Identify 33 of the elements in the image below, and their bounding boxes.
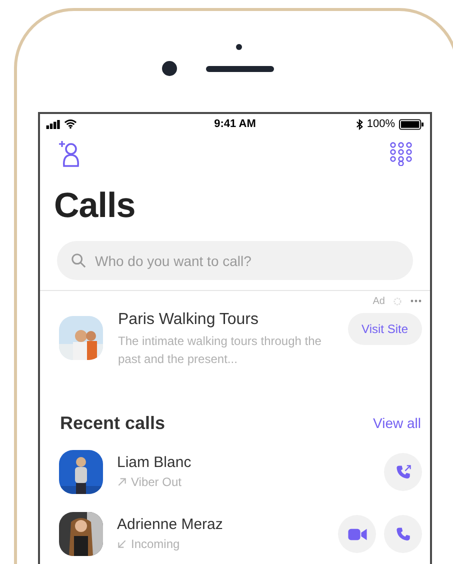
search-field[interactable]: Who do you want to call? bbox=[57, 241, 413, 280]
more-icon[interactable] bbox=[410, 299, 422, 303]
arrow-down-left-icon bbox=[117, 539, 127, 549]
call-button[interactable] bbox=[384, 453, 422, 491]
ad-description: The intimate walking tours through the past and the present... bbox=[118, 333, 322, 368]
sensor-icon bbox=[236, 44, 242, 50]
phone-outgoing-icon bbox=[394, 464, 412, 480]
search-icon bbox=[71, 253, 86, 268]
video-call-button[interactable] bbox=[338, 515, 376, 553]
call-detail: Incoming bbox=[131, 536, 180, 553]
arrow-up-right-icon bbox=[117, 477, 127, 487]
video-camera-icon bbox=[348, 528, 366, 540]
page-title: Calls bbox=[53, 186, 136, 226]
call-button[interactable] bbox=[384, 515, 422, 553]
visit-site-button[interactable]: Visit Site bbox=[348, 313, 422, 345]
caller-name: Adrienne Meraz bbox=[117, 515, 223, 535]
call-detail: Viber Out bbox=[131, 474, 182, 491]
speaker-icon bbox=[206, 66, 274, 72]
bluetooth-icon bbox=[356, 118, 363, 130]
camera-icon bbox=[162, 61, 177, 76]
wifi-icon bbox=[64, 119, 77, 129]
status-time: 9:41 AM bbox=[214, 116, 256, 132]
section-heading: Recent calls bbox=[60, 412, 166, 435]
ad-label: Ad bbox=[372, 294, 385, 308]
dialpad-icon[interactable] bbox=[390, 142, 412, 166]
caller-name: Liam Blanc bbox=[117, 453, 192, 473]
signal-icon bbox=[46, 120, 61, 128]
view-all-link[interactable]: View all bbox=[373, 413, 421, 434]
battery-icon bbox=[399, 118, 424, 130]
phone-icon bbox=[394, 526, 412, 542]
ad-title: Paris Walking Tours bbox=[118, 310, 260, 330]
battery-percent: 100% bbox=[366, 116, 395, 132]
add-contact-icon[interactable] bbox=[58, 140, 80, 168]
